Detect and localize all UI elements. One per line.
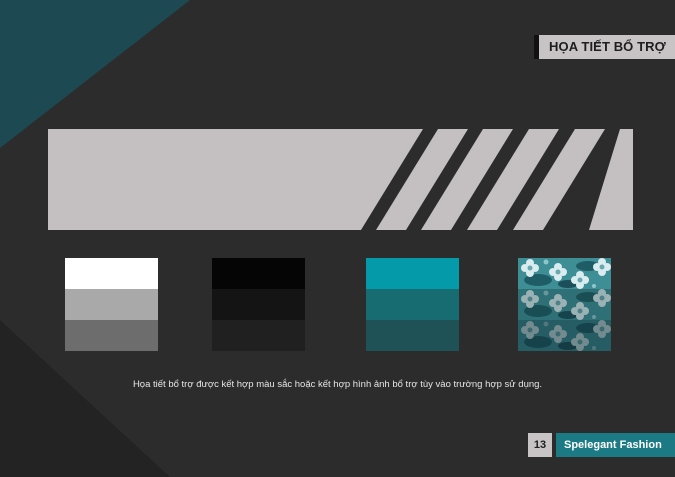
caption-text: Họa tiết bổ trợ được kết hợp màu sắc hoặ… xyxy=(132,379,543,390)
swatch-teal xyxy=(366,258,459,351)
swatch-band xyxy=(366,320,459,351)
pattern-banner xyxy=(48,129,633,230)
banner-main-block xyxy=(48,129,423,230)
swatch-white-gray xyxy=(65,258,158,351)
brand-name: Spelegant Fashion xyxy=(556,433,675,457)
page-number: 13 xyxy=(528,433,552,457)
section-title: HỌA TIẾT BỔ TRỢ xyxy=(534,35,675,59)
footer: 13 Spelegant Fashion xyxy=(528,433,675,457)
swatch-band xyxy=(212,289,305,320)
swatch-band xyxy=(65,320,158,351)
swatch-band xyxy=(65,258,158,289)
teal-corner-shape xyxy=(0,0,190,148)
background-shapes xyxy=(0,0,190,477)
swatch-floral xyxy=(518,258,611,351)
slide-page: HỌA TIẾT BỔ TRỢ Họa tiết bổ trợ được kết… xyxy=(0,0,675,477)
swatch-band xyxy=(366,258,459,289)
swatch-band xyxy=(65,289,158,320)
swatch-band xyxy=(212,258,305,289)
swatch-band xyxy=(366,289,459,320)
swatch-black xyxy=(212,258,305,351)
swatch-band xyxy=(212,320,305,351)
floral-pattern-image xyxy=(518,258,611,351)
